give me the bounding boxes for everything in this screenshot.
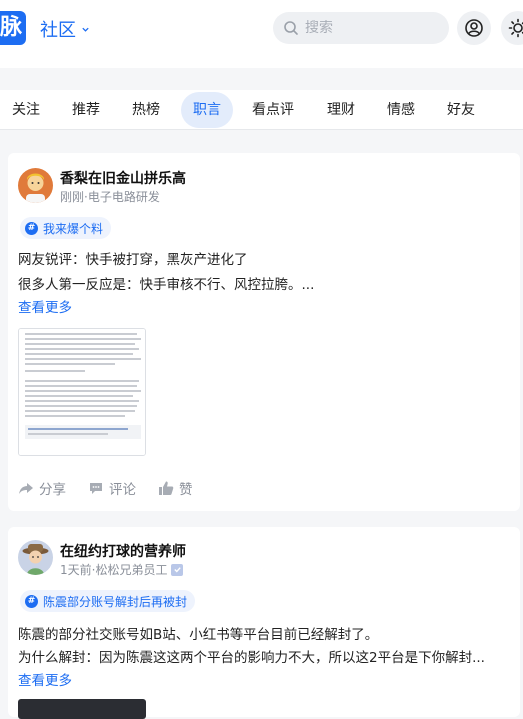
search-input[interactable] [305,20,435,36]
tab-finance[interactable]: 理财 [327,92,355,128]
comment-label: 评论 [109,478,136,498]
category-tabs: 关注 推荐 热榜 职言 看点评 理财 情感 好友 [0,90,523,130]
community-title: 社区 [40,16,76,42]
search-box[interactable] [273,12,449,44]
comment-button[interactable]: 评论 [88,478,136,498]
hashtag-icon: # [25,595,38,608]
post-video-thumbnail[interactable] [18,699,146,719]
post-meta: 1天前·松松兄弟员工 [60,561,183,578]
share-button[interactable]: 分享 [18,478,66,498]
author-name[interactable]: 在纽约打球的营养师 [60,541,186,561]
post-meta-text: 1天前·松松兄弟员工 [60,561,167,578]
like-button[interactable]: 赞 [158,478,193,498]
hashtag-icon: # [25,222,38,235]
post-meta: 刚刚·电子电路研发 [60,188,160,205]
see-more-link[interactable]: 查看更多 [18,669,72,689]
share-label: 分享 [39,478,66,498]
share-icon [18,480,34,496]
author-name[interactable]: 香梨在旧金山拼乐高 [60,168,186,188]
thumbs-up-icon [158,480,174,496]
tab-hot[interactable]: 热榜 [132,92,160,128]
topic-tag-label: 陈震部分账号解封后再被封 [43,593,187,610]
post-actions: 分享 评论 赞 [18,478,193,498]
post-text-line: 网友锐评：快手被打穿，黑灰产进化了 [18,248,508,268]
avatar[interactable] [18,540,53,575]
theme-toggle-button[interactable] [501,11,523,45]
post-card[interactable]: 香梨在旧金山拼乐高 刚刚·电子电路研发 # 我来爆个料 网友锐评：快手被打穿，黑… [8,153,520,511]
verified-badge-icon [171,564,183,576]
see-more-link[interactable]: 查看更多 [18,296,72,316]
post-text-line: 很多人第一反应是：快手审核不行、风控拉胯。... [18,273,508,293]
post-text-line: 为什么解封：因为陈震这这两个平台的影响力不大，所以这2平台是下你解封... [18,646,508,666]
comment-icon [88,480,104,496]
profile-button[interactable] [457,11,491,45]
topic-tag[interactable]: # 我来爆个料 [20,217,111,239]
tab-friends[interactable]: 好友 [447,92,475,128]
tab-workplace[interactable]: 职言 [181,92,233,128]
like-label: 赞 [179,478,193,498]
tab-recommend[interactable]: 推荐 [72,92,100,128]
post-meta-text: 刚刚·电子电路研发 [60,188,160,205]
topic-tag[interactable]: # 陈震部分账号解封后再被封 [20,590,195,612]
community-dropdown[interactable]: 社区 [40,16,90,42]
top-bar: 脉 社区 [0,0,523,68]
chevron-down-icon [81,25,90,34]
user-icon [464,18,484,38]
app-logo[interactable]: 脉 [0,11,26,45]
search-icon [283,20,299,36]
topic-tag-label: 我来爆个料 [43,220,103,237]
sun-icon [508,18,523,38]
avatar[interactable] [18,168,53,203]
post-image[interactable] [18,328,146,456]
tab-follow[interactable]: 关注 [12,92,40,128]
post-card[interactable]: 在纽约打球的营养师 1天前·松松兄弟员工 # 陈震部分账号解封后再被封 陈震的部… [8,527,520,717]
post-text-line: 陈震的部分社交账号如B站、小红书等平台目前已经解封了。 [18,623,508,643]
tab-emotion[interactable]: 情感 [387,92,415,128]
tab-reviews[interactable]: 看点评 [252,92,294,128]
article-screenshot-image [19,329,146,456]
